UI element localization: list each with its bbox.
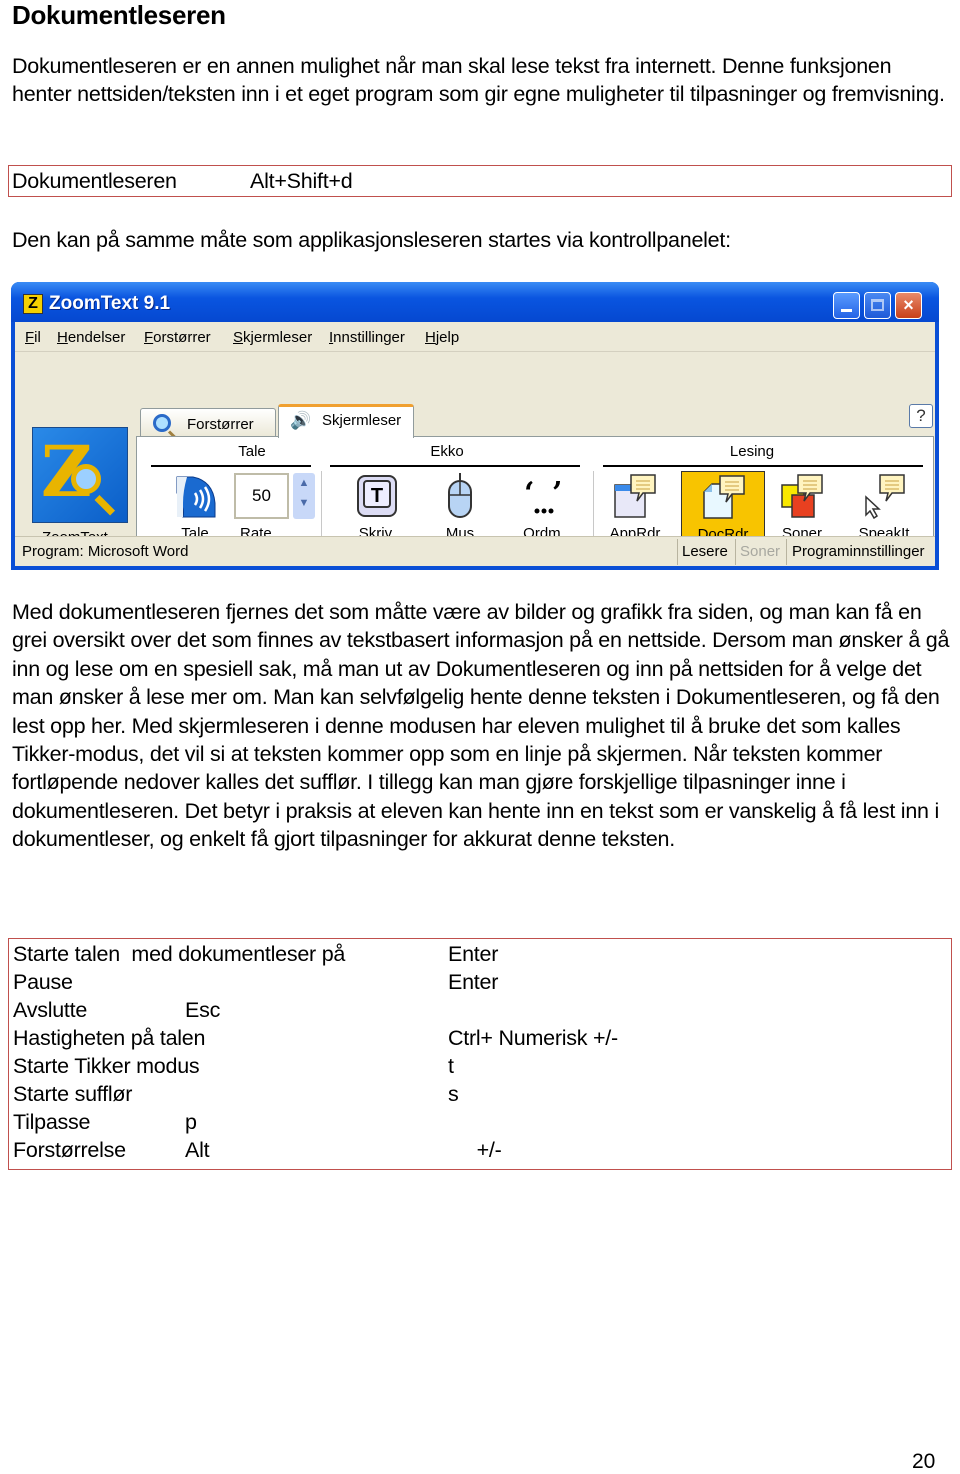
menu-label: endelser [67, 329, 126, 346]
svg-text:‘: ‘ [524, 476, 534, 511]
table-row: Forstørrelse Alt +/- [13, 1138, 502, 1263]
svg-text:T: T [371, 485, 383, 507]
maximize-button[interactable] [864, 292, 891, 319]
menu-accel: S [233, 329, 244, 346]
shortcut-mid: Alt [185, 1138, 210, 1162]
close-icon: × [903, 295, 914, 315]
page-number: 20 [912, 1450, 936, 1473]
status-program: Program: Microsoft Word [22, 543, 189, 560]
zones-icon [781, 474, 823, 518]
shortcut-action: Starte sufflør [13, 1082, 133, 1106]
status-separator [735, 539, 736, 565]
group-title-lesing: Lesing [729, 443, 775, 460]
app-logo-icon: Z [23, 294, 43, 314]
status-lesere[interactable]: Lesere [682, 543, 728, 560]
group-title-ekko: Ekko [430, 443, 464, 460]
page-heading: Dokumentleseren [12, 0, 226, 30]
shortcut-action: Starte Tikker modus [13, 1054, 200, 1078]
mouse-icon [448, 473, 472, 518]
shortcut-key: +/- [448, 1138, 502, 1162]
logo-lens [71, 464, 101, 494]
group-separator [593, 471, 594, 545]
shortcut-key: Enter [448, 942, 499, 966]
shortcut-box: Dokumentleseren Alt+Shift+d [8, 165, 952, 197]
tab-forstorrer[interactable]: Forstørrer [140, 408, 276, 436]
rate-input[interactable]: 50 [234, 473, 289, 519]
menu-hendelser[interactable]: Hendelser [57, 329, 125, 346]
keyboard-key-icon: T [357, 475, 397, 517]
shortcut-key: Ctrl+ Numerisk +/- [448, 1026, 618, 1050]
group-title-tale: Tale [238, 443, 266, 460]
menu-label: jelp [435, 329, 460, 346]
close-button[interactable]: × [895, 292, 922, 319]
shortcut-keys: Alt+Shift+d [250, 169, 353, 193]
menu-innstillinger[interactable]: Innstillinger [329, 329, 405, 346]
arrow-up-icon[interactable]: ▲ [293, 473, 315, 493]
magnifier-icon [153, 414, 171, 432]
intro-paragraph: Dokumentleseren er en annen mulighet når… [12, 54, 945, 107]
shortcut-key: s [448, 1082, 459, 1106]
status-programinnstillinger[interactable]: Programinnstillinger [792, 543, 925, 560]
maximize-icon [871, 299, 884, 311]
doc-reader-icon [703, 475, 745, 519]
arrow-down-icon[interactable]: ▼ [293, 493, 315, 513]
lead-paragraph: Den kan på samme måte som applikasjonsle… [12, 228, 731, 252]
zoomtext-window: Z ZoomText 9.1 × Fil Hendelser Forstørre… [11, 282, 939, 570]
shortcut-action: Avslutte [13, 998, 88, 1022]
group-divider [330, 465, 580, 467]
group-divider [151, 465, 311, 467]
menu-label: il [34, 329, 41, 346]
logo-handle [94, 495, 116, 516]
menu-hjelp[interactable]: Hjelp [425, 329, 459, 346]
menu-label: orstørrer [153, 329, 211, 346]
body-paragraph: Med dokumentleseren fjernes det som mått… [12, 600, 950, 852]
shortcut-action: Forstørrelse [13, 1138, 126, 1162]
app-reader-icon [614, 474, 656, 518]
shortcut-action: Hastigheten på talen [13, 1026, 206, 1050]
rate-spinner[interactable]: ▲ ▼ [293, 473, 315, 519]
tab-skjermleser[interactable]: 🔊 Skjermleser [278, 404, 414, 438]
shortcuts-table: Starte talen med dokumentleser på Enter … [8, 938, 952, 1170]
status-soner: Soner [740, 543, 781, 560]
minimize-icon [841, 309, 852, 312]
menu-accel: F [25, 329, 35, 346]
zoomtext-logo-icon[interactable]: Z [32, 427, 128, 523]
menu-forstorrer[interactable]: Forstørrer [144, 329, 211, 346]
menu-accel: H [57, 329, 68, 346]
window-title: ZoomText 9.1 [49, 293, 171, 314]
menu-bar: Fil Hendelser Forstørrer Skjermleser Inn… [15, 322, 935, 352]
speakit-cursor-icon [865, 474, 905, 519]
shortcut-key: t [448, 1054, 454, 1078]
help-button[interactable]: ? [909, 404, 933, 428]
menu-fil[interactable]: Fil [25, 329, 41, 346]
shortcut-key: Enter [448, 970, 499, 994]
shortcut-mid: p [185, 1110, 197, 1134]
menu-accel: F [144, 329, 154, 346]
tab-label: Skjermleser [322, 412, 402, 429]
svg-text:’: ’ [552, 476, 562, 511]
shortcut-mid: Esc [185, 998, 221, 1022]
status-separator [786, 539, 787, 565]
group-separator [321, 471, 322, 545]
word-echo-icon: ‘ ’ [524, 476, 562, 514]
shortcut-action: Starte talen med dokumentleser på [13, 942, 346, 966]
title-bar[interactable]: Z ZoomText 9.1 × [11, 282, 939, 322]
menu-accel: H [425, 329, 436, 346]
menu-label: kjermleser [243, 329, 313, 346]
tab-label: Forstørrer [187, 416, 254, 433]
shortcut-label: Dokumentleseren [12, 169, 177, 193]
shortcut-action: Pause [13, 970, 73, 994]
group-divider [603, 465, 923, 467]
status-bar: Program: Microsoft Word Lesere Soner Pro… [15, 536, 935, 566]
window-client: Fil Hendelser Forstørrer Skjermleser Inn… [15, 322, 935, 566]
menu-label: nnstillinger [333, 329, 405, 346]
status-separator [677, 539, 678, 565]
speech-head-icon [176, 476, 216, 518]
menu-skjermleser[interactable]: Skjermleser [233, 329, 312, 346]
speaker-icon: 🔊 [290, 411, 312, 430]
shortcut-action: Tilpasse [13, 1110, 91, 1134]
minimize-button[interactable] [833, 292, 860, 319]
